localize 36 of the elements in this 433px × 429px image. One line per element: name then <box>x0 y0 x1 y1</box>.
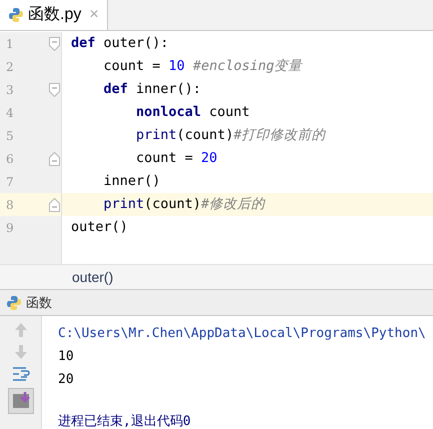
code-text: nonlocal count <box>135 104 250 120</box>
soft-wrap-icon[interactable] <box>12 366 30 382</box>
python-file-icon <box>8 7 24 23</box>
line-number: 9 <box>6 220 14 236</box>
line-number: 4 <box>6 104 14 122</box>
line-number: 2 <box>6 58 14 76</box>
code-text: count = 20 <box>135 150 218 166</box>
line-number: 6 <box>6 150 14 168</box>
console-line: 进程已结束,退出代码0 <box>58 413 192 429</box>
code-text: def inner(): <box>102 81 202 98</box>
console-line: C:\Users\Mr.Chen\AppData\Local\Programs\Python\ <box>58 325 426 343</box>
line-number: 5 <box>6 128 14 144</box>
code-text: print(count)#打印修改前的 <box>135 127 326 144</box>
console-line: 20 <box>58 371 75 389</box>
fold-marker-icon[interactable] <box>49 36 60 50</box>
line-number: 7 <box>6 174 14 190</box>
down-arrow-icon[interactable] <box>14 344 28 360</box>
line-number: 8 <box>6 196 14 214</box>
line-number: 1 <box>6 36 14 52</box>
scroll-to-end-icon[interactable] <box>8 388 34 414</box>
fold-marker-icon[interactable] <box>49 198 60 212</box>
fold-marker-icon[interactable] <box>49 152 60 166</box>
code-text: print(count)#修改后的 <box>102 196 266 212</box>
line-number: 3 <box>6 82 14 98</box>
code-text: outer() <box>71 219 128 236</box>
code-text: count = 10 #enclosing变量 <box>102 58 302 74</box>
python-icon <box>6 294 22 310</box>
code-text: def outer(): <box>71 35 169 52</box>
run-config-name: 函数 <box>26 294 52 312</box>
up-arrow-icon[interactable] <box>14 322 28 338</box>
fold-marker-icon[interactable] <box>49 82 60 96</box>
breadcrumb-item[interactable]: outer() <box>72 266 114 288</box>
console-line: 10 <box>58 348 75 366</box>
code-text: inner() <box>102 173 160 190</box>
file-tab[interactable]: 函数.py × <box>0 0 108 30</box>
tab-label: 函数.py <box>28 5 82 25</box>
